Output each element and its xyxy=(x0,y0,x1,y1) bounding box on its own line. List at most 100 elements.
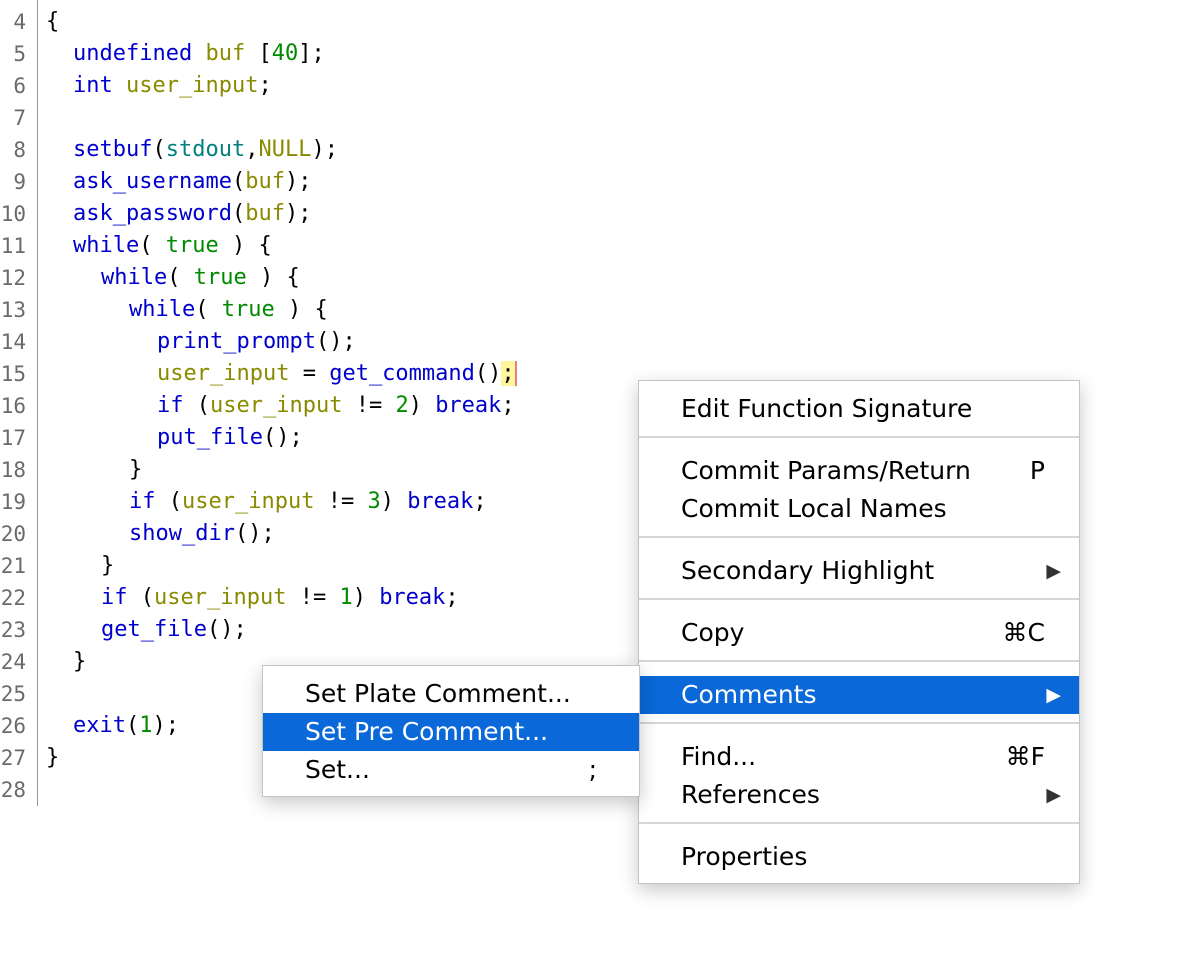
cursor-token[interactable]: ; xyxy=(501,361,515,386)
code-line[interactable]: while( true ) { xyxy=(101,262,300,294)
code-token-keyword[interactable]: break xyxy=(435,393,501,418)
code-line[interactable]: if (user_input != 1) break; xyxy=(101,582,459,614)
code-line[interactable]: get_file(); xyxy=(101,614,247,646)
code-token-function[interactable]: get_file xyxy=(101,617,207,642)
code-line[interactable]: put_file(); xyxy=(157,422,303,454)
code-token-variable[interactable]: buf xyxy=(245,201,285,226)
code-token-keyword[interactable]: break xyxy=(407,489,473,514)
code-token-function[interactable]: exit xyxy=(73,713,126,738)
code-token-variable[interactable]: buf xyxy=(205,41,245,66)
line-number: 21 xyxy=(0,554,26,578)
menu-item-label: Edit Function Signature xyxy=(681,394,973,423)
code-line[interactable]: setbuf(stdout,NULL); xyxy=(73,134,338,166)
code-token-keyword[interactable]: true xyxy=(166,233,219,258)
code-line[interactable]: while( true ) { xyxy=(73,230,272,262)
code-token: ; xyxy=(501,393,515,418)
line-number: 5 xyxy=(13,42,26,66)
code-line[interactable]: ask_username(buf); xyxy=(73,166,311,198)
code-token-function[interactable]: ask_password xyxy=(73,201,232,226)
code-line[interactable]: show_dir(); xyxy=(129,518,275,550)
code-token-keyword[interactable]: while xyxy=(101,265,167,290)
code-token-variable[interactable]: user_input xyxy=(157,361,289,386)
code-token-number: 40 xyxy=(271,41,299,66)
menu-item-comments[interactable]: Comments ▶ xyxy=(639,676,1079,714)
code-token-variable[interactable]: user_input xyxy=(126,73,258,98)
line-number: 26 xyxy=(0,714,26,738)
code-token-variable[interactable]: buf xyxy=(245,169,285,194)
code-line[interactable]: } xyxy=(46,742,59,774)
code-line[interactable]: } xyxy=(101,550,114,582)
code-token-keyword[interactable]: true xyxy=(222,297,275,322)
code-token: (); xyxy=(234,521,275,546)
menu-item-references[interactable]: References ▶ xyxy=(639,776,1079,814)
menu-item-label: Set Plate Comment... xyxy=(305,679,571,708)
code-token-function[interactable]: setbuf xyxy=(73,137,152,162)
code-token-keyword[interactable]: break xyxy=(379,585,445,610)
menu-item-commit-local-names[interactable]: Commit Local Names xyxy=(639,490,1079,528)
code-token-keyword[interactable]: while xyxy=(129,297,195,322)
code-token-function[interactable]: put_file xyxy=(157,425,263,450)
menu-item-label: Commit Local Names xyxy=(681,494,947,523)
code-line[interactable]: } xyxy=(129,454,142,486)
code-token: ( xyxy=(195,297,222,322)
code-token: (); xyxy=(262,425,303,450)
code-token-type[interactable]: int xyxy=(73,73,113,98)
code-token: } xyxy=(46,745,60,770)
code-line[interactable]: exit(1); xyxy=(73,710,179,742)
menu-item-set-comment[interactable]: Set... ; xyxy=(263,751,639,789)
code-line[interactable]: undefined buf [40]; xyxy=(73,38,325,70)
code-line[interactable]: print_prompt(); xyxy=(157,326,356,358)
code-token: (); xyxy=(206,617,247,642)
code-token-variable[interactable]: user_input xyxy=(154,585,286,610)
menu-item-commit-params-return[interactable]: Commit Params/Return P xyxy=(639,452,1079,490)
code-line[interactable]: } xyxy=(73,646,86,678)
code-line[interactable]: while( true ) { xyxy=(129,294,328,326)
menu-item-label: Find... xyxy=(681,742,757,771)
code-line[interactable]: { xyxy=(46,6,59,38)
code-token-global[interactable]: stdout xyxy=(166,137,245,162)
code-token-keyword[interactable]: if xyxy=(157,393,184,418)
code-token-function[interactable]: show_dir xyxy=(129,521,235,546)
menu-item-find[interactable]: Find... ⌘F xyxy=(639,738,1079,776)
code-token-constant[interactable]: NULL xyxy=(258,137,311,162)
code-token: ]; xyxy=(298,41,325,66)
code-line[interactable]: if (user_input != 2) break; xyxy=(157,390,515,422)
code-token: { xyxy=(46,9,60,34)
menu-item-properties[interactable]: Properties xyxy=(639,838,1079,876)
code-token: != xyxy=(314,489,368,514)
code-token-keyword[interactable]: true xyxy=(194,265,247,290)
code-token-function[interactable]: print_prompt xyxy=(157,329,316,354)
code-token: ) { xyxy=(246,265,300,290)
menu-item-copy[interactable]: Copy ⌘C xyxy=(639,614,1079,652)
menu-item-set-plate-comment[interactable]: Set Plate Comment... xyxy=(263,675,639,713)
menu-item-label: Properties xyxy=(681,842,808,871)
line-number: 12 xyxy=(0,266,26,290)
code-token-keyword[interactable]: while xyxy=(73,233,139,258)
code-token-variable[interactable]: user_input xyxy=(210,393,342,418)
code-token-keyword[interactable]: if xyxy=(129,489,156,514)
code-line[interactable]: ask_password(buf); xyxy=(73,198,311,230)
code-token-keyword[interactable]: if xyxy=(101,585,128,610)
code-token-function[interactable]: get_command xyxy=(329,361,475,386)
code-token: ( xyxy=(152,137,166,162)
code-token-type[interactable]: undefined xyxy=(73,41,192,66)
code-token: ); xyxy=(311,137,338,162)
line-number: 23 xyxy=(0,618,26,642)
menu-item-secondary-highlight[interactable]: Secondary Highlight ▶ xyxy=(639,552,1079,590)
code-token-variable[interactable]: user_input xyxy=(182,489,314,514)
code-line[interactable]: if (user_input != 3) break; xyxy=(129,486,487,518)
code-line[interactable]: int user_input; xyxy=(73,70,272,102)
code-token: != xyxy=(286,585,340,610)
code-token-function[interactable]: ask_username xyxy=(73,169,232,194)
submenu-arrow-icon: ▶ xyxy=(1046,560,1061,582)
code-token: ; xyxy=(258,73,272,98)
line-number: 8 xyxy=(13,138,26,162)
menu-item-set-pre-comment[interactable]: Set Pre Comment... xyxy=(263,713,639,751)
code-token: , xyxy=(245,137,259,162)
code-token: ( xyxy=(231,201,246,226)
code-token: ); xyxy=(284,169,312,194)
line-number: 15 xyxy=(0,362,26,386)
code-line[interactable]: user_input = get_command(); xyxy=(157,358,515,390)
code-token: ) xyxy=(352,585,380,610)
menu-item-edit-function-signature[interactable]: Edit Function Signature xyxy=(639,390,1079,428)
